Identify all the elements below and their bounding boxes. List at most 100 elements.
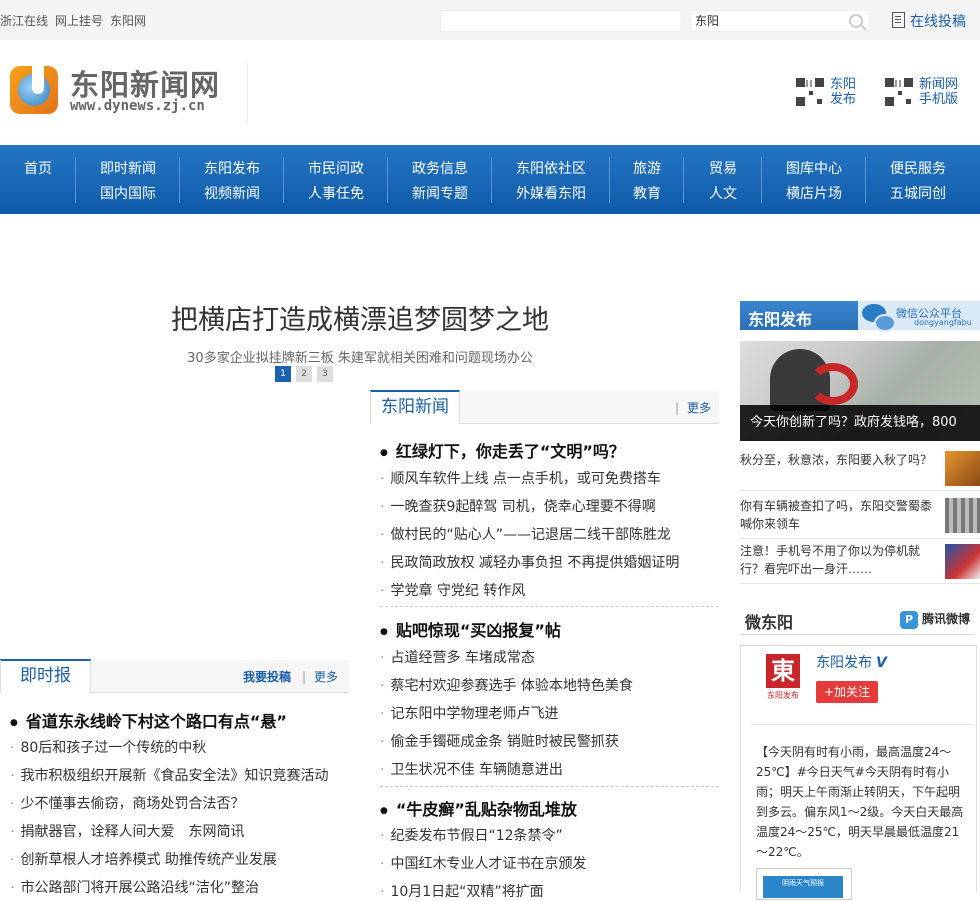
weibo-post-text: 【今天阴有时有小雨，最高温度24～25℃】#今日天气#今天阴有时有小雨；明天上午…	[756, 745, 964, 859]
account-logo[interactable]: 東 东阳发布	[763, 654, 803, 704]
news-item[interactable]: 创新草根人才培养模式 助推传统产业发展	[10, 849, 276, 869]
account-name[interactable]: 东阳发布 V	[816, 652, 887, 672]
qr-label: 新闻网 手机版	[919, 77, 959, 107]
top-input[interactable]	[440, 10, 682, 32]
nav-link[interactable]: 国内国际	[76, 183, 180, 203]
news-item[interactable]: 占道经营多 车堵成常态	[380, 647, 534, 667]
nav-link[interactable]: 旅游	[610, 158, 684, 178]
verified-badge: V	[876, 655, 887, 671]
wechat-platform[interactable]: 微信公众平台 dongyangfabu	[858, 301, 980, 332]
right-news-item[interactable]: 你有车辆被查扣了吗，东阳交警蜀黍喊你来领车	[740, 496, 980, 539]
weibo-card: 東 东阳发布 东阳发布 V +加关注 【今天阴有时有小雨，最高温度24～25℃】#…	[740, 645, 977, 900]
divider	[751, 724, 973, 725]
nav-col-9: 图库中心 横店片场	[762, 145, 866, 214]
slider-headline[interactable]: 把横店打造成横漂追梦圆梦之地	[0, 298, 720, 337]
nav-link[interactable]: 即时新闻	[76, 158, 180, 178]
news-headline[interactable]: 贴吧惊现“买凶报复”帖	[380, 617, 561, 641]
tab-instant-news[interactable]: 即时报	[0, 659, 91, 693]
top-links: 浙江在线 网上挂号 东阳网	[0, 12, 153, 29]
nav-link[interactable]: 首页	[0, 158, 76, 178]
nav-link[interactable]: 政务信息	[388, 158, 492, 178]
nav-link[interactable]: 五城同创	[866, 183, 970, 203]
nav-link[interactable]: 教育	[610, 183, 684, 203]
pager-dot[interactable]: 3	[317, 366, 333, 382]
tab-dongyang-news[interactable]: 东阳新闻	[370, 390, 460, 424]
search-box	[690, 10, 870, 32]
news-item[interactable]: 记东阳中学物理老师卢飞进	[380, 703, 558, 723]
dongyang-fabu-bar: 东阳发布 微信公众平台 dongyangfabu	[740, 301, 980, 332]
more-link[interactable]: | 更多	[675, 399, 711, 416]
news-item[interactable]: 偷金手镯砸成金条 销赃时被民警抓获	[380, 731, 618, 751]
nav-link[interactable]: 市民问政	[284, 158, 388, 178]
hero-image[interactable]: 今天你创新了吗？政府发钱咯，800	[740, 341, 980, 441]
nav-link[interactable]: 横店片场	[762, 183, 866, 203]
news-headline[interactable]: “牛皮癣”乱贴杂物乱堆放	[380, 796, 577, 820]
thumbnail-image[interactable]	[945, 544, 980, 579]
news-item[interactable]: 中国红木专业人才证书在京颁发	[380, 853, 586, 873]
nav-link[interactable]: 人文	[684, 183, 762, 203]
dongyang-news-header: 东阳新闻 | 更多	[370, 390, 719, 424]
thumbnail-image[interactable]	[945, 498, 980, 533]
hero-caption[interactable]: 今天你创新了吗？政府发钱咯，800	[740, 405, 980, 441]
pager-dot[interactable]: 2	[296, 366, 312, 382]
weibo-post-image[interactable]: 阴雨天气预报	[756, 868, 852, 900]
right-news-item[interactable]: 注意！手机号不用了你以为停机就行？看完吓出一身汗……	[740, 542, 980, 584]
header-divider	[247, 62, 248, 124]
news-item[interactable]: 蔡宅村欢迎参赛选手 体验本地特色美食	[380, 675, 632, 695]
nav-link[interactable]: 视频新闻	[180, 183, 284, 203]
document-icon	[892, 12, 905, 28]
slider-subline[interactable]: 30多家企业拟挂牌新三板 朱建军就相关困难和问题现场办公	[0, 347, 720, 366]
news-item[interactable]: 市公路部门将开展公路沿线“洁化”整治	[10, 877, 259, 897]
nav-col-4: 市民问政 人事任免	[284, 145, 388, 214]
nav-link[interactable]: 东阳发布	[180, 158, 284, 178]
follow-button[interactable]: +加关注	[816, 681, 878, 703]
search-input[interactable]	[691, 11, 849, 29]
top-link-dyw[interactable]: 东阳网	[110, 14, 146, 28]
nav-link[interactable]: 外媒看东阳	[492, 183, 610, 203]
thumbnail-image[interactable]	[945, 451, 980, 486]
news-item[interactable]: 一晚查获9起醉驾 司机，侥幸心理要不得啊	[380, 496, 655, 516]
nav-col-7: 旅游 教育	[610, 145, 684, 214]
news-item[interactable]: 民政简政放权 减轻办事负担 不再提供婚姻证明	[380, 552, 679, 572]
instant-news-header: 即时报 我要投稿 | 更多	[0, 659, 349, 693]
tencent-weibo-link[interactable]: P 腾讯微博	[900, 610, 970, 629]
top-link-zjol[interactable]: 浙江在线	[0, 14, 48, 28]
submit-link[interactable]: 我要投稿	[243, 668, 291, 685]
nav-link[interactable]: 便民服务	[866, 158, 970, 178]
news-item[interactable]: 顺风车软件上线 点一点手机，或可免费搭车	[380, 468, 660, 488]
slider-pager: 123	[275, 364, 338, 382]
divider	[740, 634, 975, 635]
news-item[interactable]: 学党章 守党纪 转作风	[380, 580, 525, 600]
news-item[interactable]: 我市积极组织开展新《食品安全法》知识竞赛活动	[10, 765, 328, 785]
qr-code-icon	[885, 78, 913, 106]
nav-link[interactable]: 东阳依社区	[492, 158, 610, 178]
right-news-text[interactable]: 注意！手机号不用了你以为停机就行？看完吓出一身汗……	[740, 542, 940, 578]
nav-link[interactable]: 贸易	[684, 158, 762, 178]
right-news-text[interactable]: 你有车辆被查扣了吗，东阳交警蜀黍喊你来领车	[740, 497, 940, 533]
news-item[interactable]: 纪委发布节假日“12条禁令”	[380, 825, 562, 845]
search-icon[interactable]	[849, 14, 863, 28]
logo-icon[interactable]	[10, 66, 58, 114]
bar-title[interactable]: 东阳发布	[748, 306, 812, 330]
right-news-text[interactable]: 秋分至，秋意浓，东阳要入秋了吗？	[740, 451, 940, 469]
top-link-register[interactable]: 网上挂号	[55, 14, 103, 28]
more-link[interactable]: | 更多	[302, 668, 338, 685]
right-news-item[interactable]: 秋分至，秋意浓，东阳要入秋了吗？	[740, 449, 980, 491]
logo-label: 东阳发布	[767, 691, 799, 700]
news-item[interactable]: 10月1日起“双精”将扩面	[380, 881, 543, 901]
online-contribute-link[interactable]: 在线投稿	[892, 11, 966, 31]
nav-link[interactable]: 图库中心	[762, 158, 866, 178]
news-item[interactable]: 80后和孩子过一个传统的中秋	[10, 737, 206, 757]
nav-link[interactable]: 新闻专题	[388, 183, 492, 203]
news-item[interactable]: 做村民的“贴心人”——记退居二线干部陈胜龙	[380, 524, 671, 544]
news-headline[interactable]: 红绿灯下，你走丢了“文明”吗？	[380, 438, 625, 462]
nav-col-10: 便民服务 五城同创	[866, 145, 970, 214]
news-item[interactable]: 捐献器官，诠释人间大爱 东网简讯	[10, 821, 244, 841]
post-image-label: 阴雨天气预报	[763, 876, 843, 898]
news-item[interactable]: 少不懂事去偷窃，商场处罚合法否？	[10, 793, 244, 813]
news-item[interactable]: 卫生状况不佳 车辆随意进出	[380, 759, 562, 779]
nav-col-6: 东阳依社区外媒看东阳	[492, 145, 610, 214]
pager-dot[interactable]: 1	[275, 366, 291, 382]
nav-link[interactable]: 人事任免	[284, 183, 388, 203]
news-headline[interactable]: 省道东永线岭下村这个路口有点“悬”	[10, 708, 287, 732]
